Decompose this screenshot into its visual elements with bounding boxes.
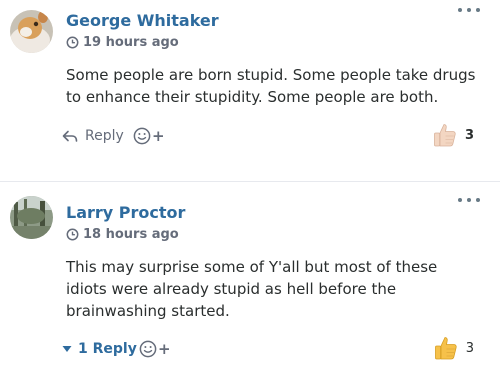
reply-arrow-icon bbox=[62, 130, 78, 142]
comment-body: Some people are born stupid. Some people… bbox=[66, 66, 476, 106]
divider bbox=[0, 181, 500, 182]
more-options-button[interactable] bbox=[458, 6, 480, 14]
like-count: 3 bbox=[464, 127, 474, 143]
more-options-button[interactable] bbox=[458, 196, 480, 204]
reply-label: 1 Reply bbox=[78, 341, 137, 357]
timestamp[interactable]: 19 hours ago bbox=[66, 35, 179, 50]
reply-label: Reply bbox=[85, 128, 124, 144]
clock-icon bbox=[66, 36, 79, 49]
timestamp-text: 18 hours ago bbox=[83, 227, 179, 242]
more-dots-icon bbox=[458, 198, 462, 202]
thumbs-up-icon bbox=[434, 337, 457, 360]
smiley-add-icon bbox=[133, 127, 151, 145]
comment: Larry Proctor 18 hours ago This may surp… bbox=[0, 190, 500, 377]
comment-body: This may surprise some of Y'all but most… bbox=[66, 258, 438, 320]
reply-button[interactable]: Reply bbox=[62, 128, 124, 144]
add-reaction-button[interactable]: + bbox=[139, 340, 171, 358]
like-button[interactable]: 3 bbox=[433, 122, 474, 148]
timestamp-text: 19 hours ago bbox=[83, 35, 179, 50]
comment: George Whitaker 19 hours ago Some people… bbox=[0, 0, 500, 181]
thumbs-up-icon bbox=[434, 124, 456, 147]
smiley-add-icon bbox=[139, 340, 157, 358]
avatar[interactable] bbox=[10, 196, 53, 239]
show-replies-button[interactable]: 1 Reply bbox=[62, 341, 137, 357]
like-count: 3 bbox=[465, 340, 474, 356]
more-dots-icon bbox=[458, 8, 462, 12]
author-name[interactable]: Larry Proctor bbox=[66, 203, 185, 222]
avatar[interactable] bbox=[10, 10, 53, 53]
timestamp[interactable]: 18 hours ago bbox=[66, 227, 179, 242]
reaction-plus: + bbox=[158, 340, 171, 358]
clock-icon bbox=[66, 228, 79, 241]
author-name[interactable]: George Whitaker bbox=[66, 11, 219, 30]
add-reaction-button[interactable]: + bbox=[133, 127, 165, 145]
triangle-down-icon bbox=[62, 346, 72, 352]
reaction-plus: + bbox=[152, 127, 165, 145]
like-button[interactable]: 3 bbox=[434, 335, 474, 361]
